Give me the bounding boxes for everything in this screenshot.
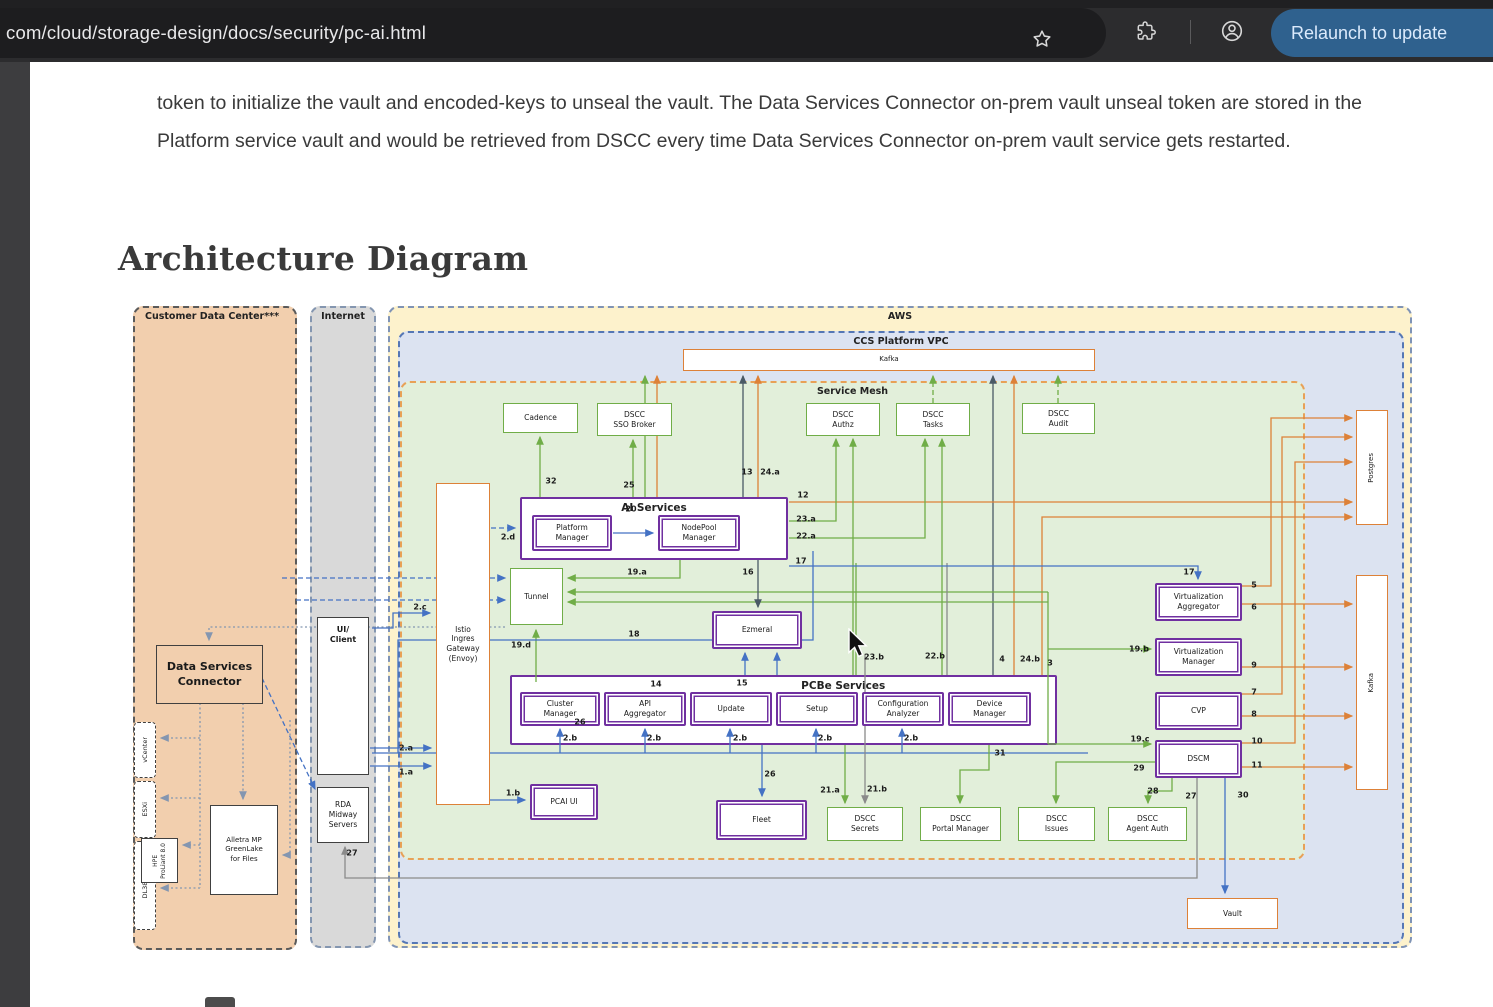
edge-label-31: 31 <box>994 749 1005 758</box>
edge-label-7: 7 <box>1251 688 1257 697</box>
edge-label-2.b: 2.b <box>904 734 918 743</box>
edge-label-9: 9 <box>1251 661 1257 670</box>
edge-label-26: 26 <box>764 770 775 779</box>
edge-label-21.a: 21.a <box>820 786 840 795</box>
edge-label-17: 17 <box>795 557 806 566</box>
edge-label-30: 30 <box>1237 791 1248 800</box>
dscc-sso-broker: DSCC SSO Broker <box>597 403 672 436</box>
edge-label-2.b: 2.b <box>733 734 747 743</box>
edge-label-1.b: 1.b <box>506 789 520 798</box>
vault: Vault <box>1187 898 1278 929</box>
edge-label-17: 17 <box>1183 568 1194 577</box>
edge-label-13: 13 <box>741 468 752 477</box>
edge-label-11: 11 <box>1251 761 1262 770</box>
dscc-issues: DSCC Issues <box>1018 807 1095 841</box>
edge-label-19.a: 19.a <box>627 568 647 577</box>
cvp: CVP <box>1155 692 1242 730</box>
pcai-ui: PCAI UI <box>530 784 598 820</box>
edge-label-19.d: 19.d <box>511 641 531 650</box>
ezmeral: Ezmeral <box>712 611 802 649</box>
edge-label-2.b: 2.b <box>647 734 661 743</box>
postgres: Postgres <box>1356 410 1388 525</box>
dscc-tasks: DSCC Tasks <box>896 403 970 436</box>
platform-manager: Platform Manager <box>532 515 612 551</box>
edge-label-27: 27 <box>1185 792 1196 801</box>
edge-label-2.d: 2.d <box>501 533 515 542</box>
edge-label-19.c: 19.c <box>1131 735 1150 744</box>
edge-label-32: 32 <box>545 477 556 486</box>
edge-label-6: 6 <box>1251 603 1257 612</box>
dscc-authz: DSCC Authz <box>806 403 880 436</box>
esxi: ESXi <box>134 781 156 838</box>
edge-label-2.c: 2.c <box>413 603 426 612</box>
kafka-right: Kafka <box>1356 575 1388 790</box>
edge-label-3: 3 <box>1047 659 1053 668</box>
edge-label-19.b: 19.b <box>1129 645 1149 654</box>
edge-label-16: 16 <box>742 568 753 577</box>
edge-label-2.b: 2.b <box>818 734 832 743</box>
nodepool-manager: NodePool Manager <box>658 515 740 551</box>
configuration-analyzer: Configuration Analyzer <box>862 692 944 726</box>
edge-label-22.a: 22.a <box>796 532 816 541</box>
architecture-diagram: Customer Data Center***InternetAWSCCS Pl… <box>0 0 1493 1007</box>
fleet: Fleet <box>716 800 807 840</box>
edge-label-18: 18 <box>628 630 639 639</box>
edge-label-27: 27 <box>346 849 357 858</box>
api-aggregator: API Aggregator <box>604 692 686 726</box>
rda-midway-servers: RDA Midway Servers <box>317 787 369 843</box>
istio-ingres-gateway: Istio Ingres Gateway (Envoy) <box>436 483 490 805</box>
setup: Setup <box>776 692 858 726</box>
mouse-cursor <box>847 628 873 658</box>
edge-label-20: 20 <box>625 505 636 514</box>
dscc-portal-manager: DSCC Portal Manager <box>920 807 1001 841</box>
kafka-top: Kafka <box>683 349 1095 371</box>
edge-label-25: 25 <box>623 481 634 490</box>
dscc-audit: DSCC Audit <box>1022 403 1095 434</box>
edge-label-24.b: 24.b <box>1020 655 1040 664</box>
dscm: DSCM <box>1155 740 1242 778</box>
edge-label-26: 26 <box>574 718 585 727</box>
edge-label-14: 14 <box>650 680 661 689</box>
edge-label-5: 5 <box>1251 581 1257 590</box>
edge-label-4: 4 <box>999 655 1005 664</box>
edge-label-12: 12 <box>797 491 808 500</box>
edge-label-8: 8 <box>1251 710 1257 719</box>
data-services-connector: Data Services Connector <box>156 645 263 704</box>
edge-label-23.a: 23.a <box>796 515 816 524</box>
tunnel: Tunnel <box>510 568 563 625</box>
dscc-secrets: DSCC Secrets <box>827 807 903 841</box>
virtualization-aggregator: Virtualization Aggregator <box>1155 583 1242 621</box>
edge-label-1.a: 1.a <box>399 768 413 777</box>
edge-label-29: 29 <box>1133 764 1144 773</box>
vcenter: vCenter <box>134 722 156 778</box>
edge-label-10: 10 <box>1251 737 1262 746</box>
edge-label-28: 28 <box>1147 787 1158 796</box>
cluster-manager: Cluster Manager <box>520 692 600 726</box>
alletra-mp-greenlake: Alletra MP GreenLake for Files <box>210 805 278 895</box>
virtualization-manager: Virtualization Manager <box>1155 638 1242 676</box>
edge-label-2.b: 2.b <box>563 734 577 743</box>
edge-label-2.a: 2.a <box>399 744 413 753</box>
edge-label-22.b: 22.b <box>925 652 945 661</box>
hpe-proliant: HPE ProLiant 8.0 <box>141 838 178 883</box>
dscc-agent-auth: DSCC Agent Auth <box>1108 807 1187 841</box>
cadence: Cadence <box>503 403 578 433</box>
edge-label-15: 15 <box>736 679 747 688</box>
device-manager: Device Manager <box>948 692 1031 726</box>
update: Update <box>690 692 772 726</box>
ui-client: UI/ Client <box>317 617 369 775</box>
edge-label-21.b: 21.b <box>867 785 887 794</box>
edge-label-24.a: 24.a <box>760 468 780 477</box>
